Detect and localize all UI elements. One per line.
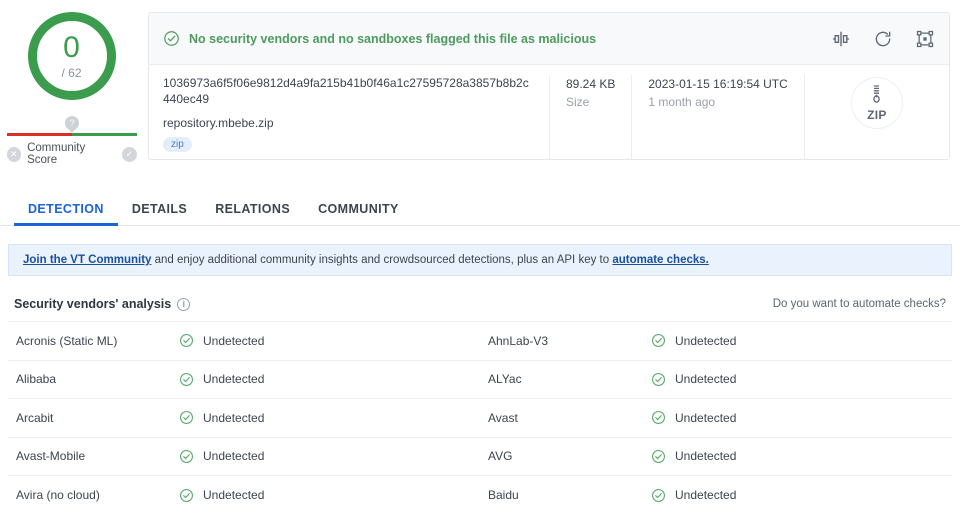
detection-count: 0 xyxy=(63,30,80,64)
detection-total: / 62 xyxy=(61,65,82,80)
vendor-result-text: Undetected xyxy=(203,410,265,425)
security-vendors-header: Security vendors' analysis i Do you want… xyxy=(0,287,960,321)
check-circle-icon xyxy=(652,449,665,463)
zipper-icon xyxy=(873,84,881,103)
graph-icon[interactable] xyxy=(915,29,935,49)
check-circle-icon xyxy=(180,334,193,348)
info-icon[interactable]: i xyxy=(177,297,191,311)
vendor-name: Avast-Mobile xyxy=(8,436,178,476)
vendor-result: Undetected xyxy=(178,475,480,514)
verdict-bar: No security vendors and no sandboxes fla… xyxy=(149,13,949,65)
automate-checks-link[interactable]: automate checks. xyxy=(612,254,709,266)
vendor-name: AVG xyxy=(480,436,650,476)
vendor-result-text: Undetected xyxy=(203,449,265,464)
question-pin-icon: ? xyxy=(61,113,82,133)
vendor-name: Avast xyxy=(480,398,650,437)
file-type-label: ZIP xyxy=(867,107,887,122)
vendor-result-text: Undetected xyxy=(675,410,737,425)
file-tag-zip[interactable]: zip xyxy=(163,137,192,152)
vendor-result-text: Undetected xyxy=(675,372,737,387)
community-score-label: Community Score xyxy=(27,142,86,166)
tab-relations[interactable]: RELATIONS xyxy=(201,202,304,225)
vendor-name: AhnLab-V3 xyxy=(480,321,650,360)
detection-donut: 0 / 62 xyxy=(27,12,116,100)
vendor-rows: Acronis (Static ML) Undetected AhnLab-V3… xyxy=(8,321,952,514)
vendor-result: Undetected xyxy=(178,398,480,437)
table-row: Avast-Mobile Undetected AVG Undetected xyxy=(8,436,952,476)
zip-file-icon: ZIP xyxy=(850,77,903,129)
community-score-positive xyxy=(71,133,137,136)
verdict-actions xyxy=(831,29,935,49)
banner-text: and enjoy additional community insights … xyxy=(151,254,613,266)
vendor-result-text: Undetected xyxy=(203,488,265,502)
file-summary-section: 0 / 62 ? ✕ Community Score ✓ No security… xyxy=(0,0,960,182)
join-vt-community-link[interactable]: Join the VT Community xyxy=(23,254,151,266)
vendor-name: ALYac xyxy=(480,359,650,399)
community-score-widget: ? ✕ Community Score ✓ xyxy=(6,113,137,166)
community-score-negative xyxy=(6,133,72,136)
detection-score-panel: 0 / 62 ? ✕ Community Score ✓ xyxy=(0,0,143,182)
vendor-name: Baidu xyxy=(480,475,650,514)
check-circle-icon xyxy=(652,372,665,386)
file-date-block: 2023-01-15 16:19:54 UTC 1 month ago xyxy=(631,75,803,159)
check-circle-icon xyxy=(652,411,665,425)
vendor-result-text: Undetected xyxy=(675,488,737,502)
table-row: Arcabit Undetected Avast Undetected xyxy=(8,398,952,437)
file-analysis-relative: 1 month ago xyxy=(648,95,716,109)
reanalyze-icon[interactable] xyxy=(873,29,893,49)
file-detail-card: No security vendors and no sandboxes fla… xyxy=(148,12,950,160)
vendor-result: Undetected xyxy=(650,475,952,514)
vendor-result: Undetected xyxy=(650,436,952,476)
file-hash: 1036973a6f5f06e9812d4a9fa215b41b0f46a1c2… xyxy=(163,76,529,106)
file-detail-body: 1036973a6f5f06e9812d4a9fa215b41b0f46a1c2… xyxy=(149,65,949,159)
file-analysis-date: 2023-01-15 16:19:54 UTC xyxy=(648,77,788,91)
file-name: repository.mbebe.zip xyxy=(163,116,274,130)
check-circle-icon[interactable]: ✓ xyxy=(121,146,137,162)
check-circle-icon xyxy=(180,372,193,386)
verdict-message: No security vendors and no sandboxes fla… xyxy=(189,31,597,46)
vendor-result: Undetected xyxy=(650,321,952,360)
check-circle-icon xyxy=(180,449,193,463)
table-row: Acronis (Static ML) Undetected AhnLab-V3… xyxy=(8,321,952,360)
vendor-result: Undetected xyxy=(650,359,952,399)
table-row: Alibaba Undetected ALYac Undetected xyxy=(8,359,952,399)
vendor-result-text: Undetected xyxy=(203,372,265,387)
vendor-name: Arcabit xyxy=(8,398,178,437)
vendor-result: Undetected xyxy=(178,436,480,476)
x-circle-icon[interactable]: ✕ xyxy=(6,146,22,162)
check-circle-icon xyxy=(652,488,665,502)
vendor-name: Avira (no cloud) xyxy=(8,475,178,514)
tab-community[interactable]: COMMUNITY xyxy=(304,202,413,225)
security-vendors-table: Acronis (Static ML) Undetected AhnLab-V3… xyxy=(8,321,952,514)
check-circle-icon xyxy=(164,31,179,46)
vendor-result-text: Undetected xyxy=(675,449,737,464)
file-type-block: ZIP xyxy=(803,75,949,159)
file-size-block: 89.24 KB Size xyxy=(549,75,631,159)
vendor-result: Undetected xyxy=(178,321,480,360)
security-vendors-title: Security vendors' analysis xyxy=(14,297,172,311)
file-size-label: Size xyxy=(566,95,590,109)
check-circle-icon xyxy=(652,334,665,348)
tab-details[interactable]: DETAILS xyxy=(118,202,201,225)
vendor-result: Undetected xyxy=(650,398,952,437)
community-score-row: ✕ Community Score ✓ xyxy=(6,142,137,166)
tab-detection[interactable]: DETECTION xyxy=(14,202,118,226)
check-circle-icon xyxy=(180,411,193,425)
vendor-name: Alibaba xyxy=(8,359,178,399)
file-identity: 1036973a6f5f06e9812d4a9fa215b41b0f46a1c2… xyxy=(149,75,549,159)
vendor-result-text: Undetected xyxy=(675,333,737,348)
table-row: Avira (no cloud) Undetected Baidu Undete… xyxy=(8,475,952,514)
similar-files-icon[interactable] xyxy=(831,29,851,49)
check-circle-icon xyxy=(180,488,193,502)
vendor-result: Undetected xyxy=(178,359,480,399)
file-size-value: 89.24 KB xyxy=(566,77,616,91)
vendor-name: Acronis (Static ML) xyxy=(8,321,178,360)
community-score-bar xyxy=(6,133,137,136)
detail-tabs: DETECTION DETAILS RELATIONS COMMUNITY xyxy=(0,186,960,226)
automate-checks-question[interactable]: Do you want to automate checks? xyxy=(773,298,946,310)
vendor-result-text: Undetected xyxy=(203,333,265,348)
vt-community-banner: Join the VT Community and enjoy addition… xyxy=(8,244,952,276)
